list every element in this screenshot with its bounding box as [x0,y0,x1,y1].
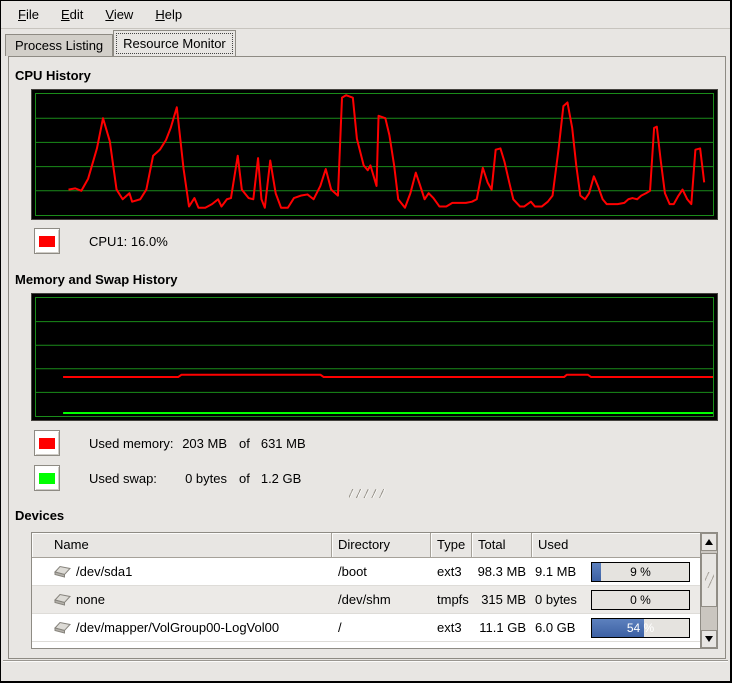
swap-legend-label: Used swap: [89,471,177,486]
devices-table: Name Directory Type Total Used /dev/sda [31,532,718,649]
cpu-history-title: CPU History [15,68,91,83]
cpu-chart-plot-area [35,93,714,216]
table-row-volgroup[interactable]: /dev/mapper/VolGroup00-LogVol00 / ext3 1… [32,614,700,642]
table-row-none[interactable]: none /dev/shm tmpfs 315 MB 0 bytes 0 % [32,586,700,614]
device-name: /dev/mapper/VolGroup00-LogVol00 [76,620,279,635]
usage-percent-label: 0 % [592,591,689,609]
usage-progress-bar: 9 % [591,562,690,582]
tab-resource-monitor[interactable]: Resource Monitor [113,30,236,56]
menubar: File Edit View Help [1,1,730,29]
memory-legend: Used memory:203 MBof631 MB [34,430,306,456]
device-type: ext3 [431,564,472,579]
resource-monitor-page: CPU History CPU1: 16.0% Memory and Swap … [8,56,726,659]
column-header-used[interactable]: Used [532,533,700,558]
scrollbar-down-button[interactable] [701,630,717,648]
statusbar [3,660,728,680]
memory-total-value: 631 MB [261,436,306,451]
usage-progress-bar: 54 % [591,618,690,638]
arrow-up-icon [705,539,713,545]
memory-of-text: of [227,436,261,451]
column-header-directory[interactable]: Directory [332,533,431,558]
menu-help[interactable]: Help [144,2,193,27]
memory-used-value: 203 MB [177,436,227,451]
usage-progress-bar: 0 % [591,590,690,610]
table-vertical-scrollbar[interactable] [700,533,717,648]
device-directory: /dev/shm [332,592,431,607]
swap-of-text: of [227,471,261,486]
device-used: 9.1 MB [532,564,576,579]
menu-edit[interactable]: Edit [50,2,94,27]
scrollbar-thumb[interactable] [701,553,717,607]
device-used: 6.0 GB [532,620,575,635]
column-header-type[interactable]: Type [431,533,472,558]
drive-icon [54,621,72,635]
device-total: 98.3 MB [472,564,532,579]
cpu-legend-label: CPU1: 16.0% [89,234,168,249]
cpu-color-swatch-button[interactable] [34,228,60,254]
device-directory: / [332,620,431,635]
device-name: /dev/sda1 [76,564,132,579]
device-type: tmpfs [431,592,472,607]
device-total: 11.1 GB [472,620,532,635]
swap-color-swatch [39,473,55,484]
memory-color-swatch [39,438,55,449]
menu-view[interactable]: View [94,2,144,27]
devices-table-header: Name Directory Type Total Used [32,533,700,558]
column-header-name[interactable]: Name [32,533,332,558]
menu-file[interactable]: File [7,2,50,27]
usage-percent-label: 54 % [592,619,689,637]
arrow-down-icon [705,636,713,642]
device-directory: /boot [332,564,431,579]
drive-icon [54,593,72,607]
tab-process-listing[interactable]: Process Listing [5,34,113,56]
memory-legend-label: Used memory: [89,436,177,451]
swap-total-value: 1.2 GB [261,471,301,486]
usage-percent-label: 9 % [592,563,689,581]
pane-resize-grip[interactable] [349,489,387,498]
devices-title: Devices [15,508,64,523]
swap-legend: Used swap:0 bytesof1.2 GB [34,465,301,491]
memory-color-swatch-button[interactable] [34,430,60,456]
memory-chart-plot-area [35,297,714,417]
cpu-legend: CPU1: 16.0% [34,228,168,254]
tab-strip: Process Listing Resource Monitor [1,31,730,56]
device-name: none [76,592,105,607]
memory-swap-chart [31,293,718,421]
table-row-dev-sda1[interactable]: /dev/sda1 /boot ext3 98.3 MB 9.1 MB 9 % [32,558,700,586]
device-total: 315 MB [472,592,532,607]
swap-color-swatch-button[interactable] [34,465,60,491]
device-type: ext3 [431,620,472,635]
column-header-total[interactable]: Total [472,533,532,558]
swap-used-value: 0 bytes [177,471,227,486]
cpu-color-swatch [39,236,55,247]
system-monitor-window: File Edit View Help Process Listing Reso… [0,0,732,683]
drive-icon [54,565,72,579]
scrollbar-up-button[interactable] [701,533,717,551]
memory-history-title: Memory and Swap History [15,272,178,287]
scrollbar-trough[interactable] [701,607,717,630]
cpu-history-chart [31,89,718,220]
device-used: 0 bytes [532,592,577,607]
